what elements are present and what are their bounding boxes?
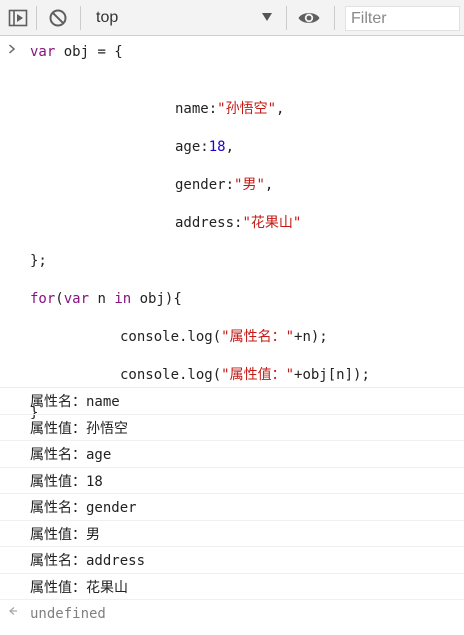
- code-line: for(var n in obj){: [30, 290, 182, 308]
- code-token: name:: [175, 101, 218, 117]
- toolbar-divider: [334, 6, 335, 30]
- code-token: obj = {: [55, 44, 123, 60]
- code-line: address:"花果山": [175, 214, 301, 232]
- log-message: 属性名：address: [30, 553, 146, 569]
- console-log-row: 属性值：男: [0, 521, 464, 547]
- code-line: gender:"男",: [175, 176, 273, 194]
- code-token: address:: [175, 215, 243, 231]
- filter-input[interactable]: [345, 6, 460, 31]
- code-line: age:18,: [175, 138, 234, 156]
- console-output: var obj = {name:"孙悟空", age:18, gender:"男",…: [0, 37, 464, 628]
- log-message: 属性名：name: [30, 394, 120, 410]
- toolbar-divider: [286, 6, 287, 30]
- context-selector[interactable]: top: [90, 4, 280, 32]
- code-line: var obj = {: [30, 43, 123, 61]
- code-token: console.log(: [120, 329, 222, 345]
- result-value: undefined: [30, 606, 106, 622]
- return-arrow-icon: [8, 605, 18, 620]
- log-message: 属性值：孙悟空: [30, 420, 128, 437]
- clear-console-icon[interactable]: [46, 6, 70, 30]
- console-log-row: 属性名：gender: [0, 494, 464, 521]
- console-log-row: 属性名：address: [0, 547, 464, 574]
- code-token: "属性名：": [221, 329, 295, 345]
- log-message: 属性值：花果山: [30, 579, 128, 596]
- console-input-entry: var obj = {name:"孙悟空", age:18, gender:"男",…: [0, 37, 464, 421]
- code-line: console.log("属性名："+n);: [120, 328, 328, 346]
- context-selector-label: top: [96, 9, 119, 26]
- toolbar-divider: [80, 6, 81, 30]
- console-log-row: 属性名：name: [0, 388, 464, 415]
- code-token: "孙悟空": [217, 101, 277, 117]
- console-log-row: 属性值：18: [0, 468, 464, 494]
- result-row: undefined: [0, 600, 464, 628]
- code-token: 18: [208, 139, 226, 155]
- code-token: "花果山": [242, 215, 302, 231]
- code-token: var: [63, 291, 90, 307]
- code-line: };: [30, 252, 47, 270]
- code-token: for: [30, 291, 56, 307]
- code-token: ,: [264, 177, 274, 193]
- log-message: 属性值：18: [30, 473, 103, 490]
- chevron-right-icon: [8, 43, 16, 58]
- dropdown-arrow-icon: [262, 13, 272, 21]
- log-message: 属性值：男: [30, 526, 100, 543]
- code-token: };: [30, 253, 47, 269]
- console-log-row: 属性名：age: [0, 441, 464, 468]
- eye-icon[interactable]: [297, 6, 321, 30]
- code-token: console.log(: [120, 367, 222, 383]
- sidebar-toggle-icon[interactable]: [6, 6, 30, 30]
- console-log-row: 属性值：花果山: [0, 574, 464, 600]
- log-list: 属性名：name 属性值：孙悟空 属性名：age 属性值：18 属性名：gender 属性…: [0, 388, 464, 600]
- code-token: +n);: [294, 329, 328, 345]
- code-token: obj){: [131, 291, 182, 307]
- code-token: n: [89, 291, 115, 307]
- code-token: var: [30, 44, 56, 60]
- code-line: name:"孙悟空",: [175, 100, 284, 118]
- code-token: age:: [175, 139, 209, 155]
- code-token: ,: [276, 101, 285, 117]
- code-token: gender:: [175, 177, 235, 193]
- toolbar-divider: [36, 6, 37, 30]
- code-token: "男": [234, 177, 265, 193]
- code-token: (: [55, 291, 64, 307]
- log-message: 属性名：gender: [30, 500, 137, 516]
- code-token: +obj[n]);: [294, 367, 370, 383]
- console-toolbar: top: [0, 0, 464, 36]
- code-token: ,: [225, 139, 235, 155]
- code-token: in: [114, 291, 132, 307]
- log-message: 属性名：age: [30, 447, 112, 463]
- code-token: "属性值：": [221, 367, 295, 383]
- console-log-row: 属性值：孙悟空: [0, 415, 464, 441]
- code-line: console.log("属性值："+obj[n]);: [120, 366, 370, 384]
